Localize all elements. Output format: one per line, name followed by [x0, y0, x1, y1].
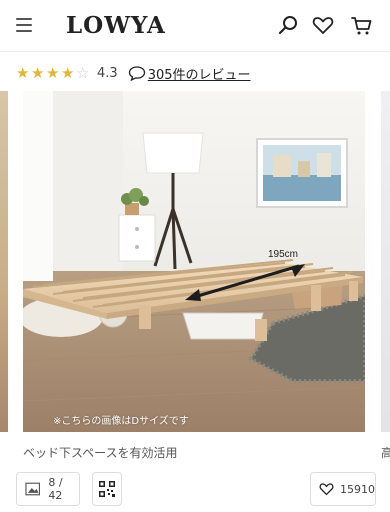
qr-code-icon	[99, 481, 115, 497]
heart-icon[interactable]	[310, 12, 336, 38]
cart-icon[interactable]	[349, 12, 375, 38]
heart-outline-icon	[319, 483, 334, 496]
review-count-label: 305件のレビュー	[147, 67, 251, 83]
image-list-button[interactable]: 8 / 42	[16, 472, 80, 506]
star-empty-icon: ☆	[76, 63, 90, 82]
image-counter: 8 / 42	[48, 476, 63, 502]
product-photo[interactable]: 195cm ※こちらの画像はDサイズです	[23, 91, 365, 432]
dimension-label: 195cm	[268, 249, 298, 260]
menu-icon[interactable]	[16, 16, 38, 34]
review-link[interactable]: 305件のレビュー	[128, 64, 251, 83]
prev-image-peek[interactable]	[0, 91, 8, 432]
star-icon: ★	[46, 63, 60, 82]
photo-note: ※こちらの画像はDサイズです	[53, 416, 189, 427]
next-image-caption: 高	[381, 446, 390, 460]
image-caption: ベッド下スペースを有効活用	[23, 446, 178, 460]
star-icon: ★	[16, 63, 30, 82]
bed-photo: 195cm	[23, 91, 365, 432]
next-image-peek[interactable]	[381, 91, 390, 432]
logo[interactable]: LOWYA	[66, 12, 166, 39]
search-icon[interactable]	[276, 12, 302, 38]
image-gallery[interactable]: 195cm ※こちらの画像はDサイズです	[0, 91, 390, 432]
favorite-count: 15910	[340, 482, 375, 496]
star-icon: ★	[61, 63, 75, 82]
favorite-button[interactable]: 15910	[310, 472, 376, 506]
rating-row: ★ ★ ★ ★ ☆ 4.3 305件のレビュー	[16, 63, 251, 83]
rating-value: 4.3	[97, 65, 118, 81]
star-icon: ★	[31, 63, 45, 82]
qr-code-button[interactable]	[92, 472, 122, 506]
image-icon	[25, 482, 41, 496]
site-header: LOWYA	[0, 0, 390, 52]
speech-bubble-icon	[128, 66, 145, 81]
